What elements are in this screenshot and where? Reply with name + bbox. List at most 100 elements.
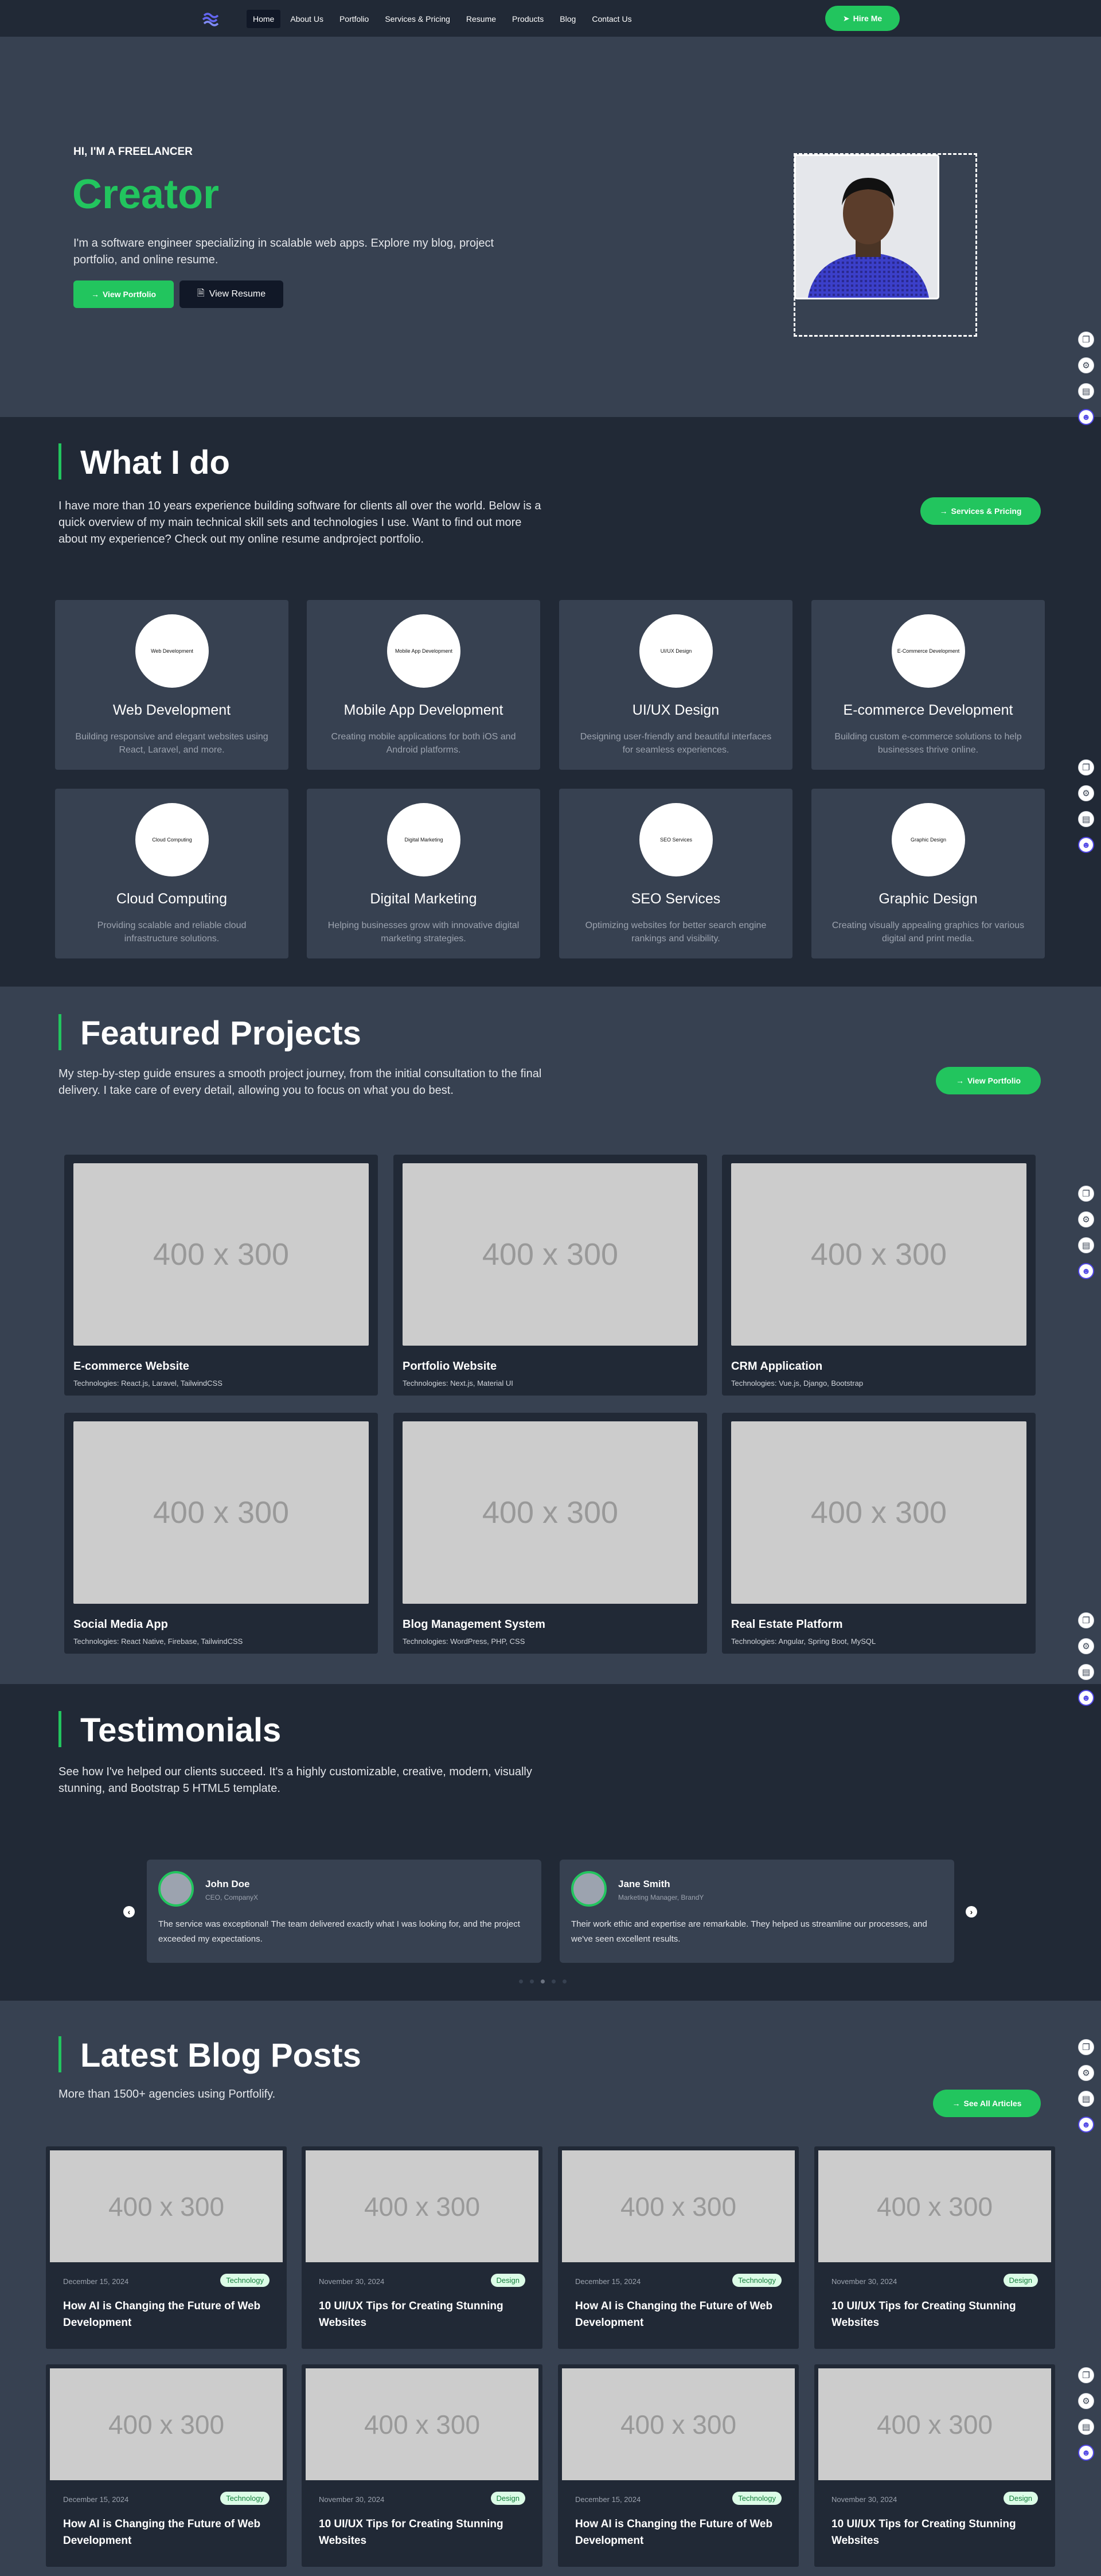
settings-icon[interactable]: ⚙ <box>1078 2393 1094 2409</box>
hero-title: Creator <box>72 172 220 217</box>
layers-icon[interactable]: ▤ <box>1078 2091 1094 2107</box>
view-resume-button[interactable]: 🗎 View Resume <box>179 280 283 308</box>
layers-icon[interactable]: ▤ <box>1078 1237 1094 1253</box>
project-card[interactable]: 400 x 300 E-commerce Website Technologie… <box>64 1155 378 1396</box>
blog-post-title[interactable]: How AI is Changing the Future of Web Dev… <box>63 2516 270 2549</box>
project-card[interactable]: 400 x 300 Real Estate Platform Technolog… <box>722 1413 1036 1654</box>
testimonial-role: CEO, CompanyX <box>205 1893 259 1901</box>
service-card[interactable]: SEO Services SEO Services Optimizing web… <box>559 789 792 958</box>
service-icon: UI/UX Design <box>639 614 713 688</box>
project-tech: Technologies: React.js, Laravel, Tailwin… <box>73 1379 222 1388</box>
settings-icon[interactable]: ⚙ <box>1078 357 1094 373</box>
copy-icon[interactable]: ❐ <box>1078 2039 1094 2055</box>
blog-tag[interactable]: Technology <box>220 2492 270 2505</box>
carousel-dot-active[interactable] <box>541 1979 545 1983</box>
blog-tag[interactable]: Technology <box>732 2274 782 2287</box>
blog-post-title[interactable]: How AI is Changing the Future of Web Dev… <box>575 2298 782 2331</box>
blog-card[interactable]: 400 x 300 December 15, 2024 Technology H… <box>46 2146 287 2349</box>
project-card[interactable]: 400 x 300 Blog Management System Technol… <box>393 1413 707 1654</box>
blog-card[interactable]: 400 x 300 December 15, 2024 Technology H… <box>46 2364 287 2567</box>
nav-products[interactable]: Products <box>506 10 550 28</box>
settings-icon[interactable]: ⚙ <box>1078 2065 1094 2081</box>
blog-post-title[interactable]: 10 UI/UX Tips for Creating Stunning Webs… <box>319 2516 525 2549</box>
copy-icon[interactable]: ❐ <box>1078 1186 1094 1202</box>
service-card[interactable]: E-Commerce Development E-commerce Develo… <box>811 600 1045 770</box>
blog-card[interactable]: 400 x 300 November 30, 2024 Design 10 UI… <box>814 2364 1055 2567</box>
blog-card[interactable]: 400 x 300 December 15, 2024 Technology H… <box>558 2146 799 2349</box>
blog-post-title[interactable]: How AI is Changing the Future of Web Dev… <box>575 2516 782 2549</box>
blog-tag[interactable]: Design <box>1003 2492 1038 2505</box>
blog-post-title[interactable]: 10 UI/UX Tips for Creating Stunning Webs… <box>831 2516 1038 2549</box>
nav-resume[interactable]: Resume <box>460 10 502 28</box>
project-tech: Technologies: React Native, Firebase, Ta… <box>73 1637 243 1646</box>
carousel-dot[interactable] <box>563 1979 567 1983</box>
view-portfolio-button[interactable]: → View Portfolio <box>73 280 174 308</box>
carousel-dot[interactable] <box>519 1979 523 1983</box>
carousel-dot[interactable] <box>552 1979 556 1983</box>
blog-post-title[interactable]: 10 UI/UX Tips for Creating Stunning Webs… <box>831 2298 1038 2331</box>
nav-about[interactable]: About Us <box>284 10 330 28</box>
nav-home[interactable]: Home <box>247 10 281 28</box>
blog-date: November 30, 2024 <box>319 2277 385 2286</box>
blog-tag[interactable]: Technology <box>732 2492 782 2505</box>
nav-portfolio[interactable]: Portfolio <box>333 10 375 28</box>
assistant-icon[interactable]: ☻ <box>1078 2117 1094 2133</box>
assistant-icon[interactable]: ☻ <box>1078 1263 1094 1279</box>
side-toolbar: ❐ ⚙ ▤ ☻ <box>1078 2367 1098 2470</box>
copy-icon[interactable]: ❐ <box>1078 332 1094 348</box>
layers-icon[interactable]: ▤ <box>1078 1664 1094 1680</box>
view-portfolio-section-button[interactable]: → View Portfolio <box>936 1067 1041 1094</box>
layers-icon[interactable]: ▤ <box>1078 2419 1094 2435</box>
carousel-dot[interactable] <box>530 1979 534 1983</box>
project-card[interactable]: 400 x 300 Social Media App Technologies:… <box>64 1413 378 1654</box>
see-all-articles-label: See All Articles <box>963 2099 1022 2108</box>
assistant-icon[interactable]: ☻ <box>1078 409 1094 425</box>
next-arrow-icon[interactable]: › <box>966 1906 977 1918</box>
assistant-icon[interactable]: ☻ <box>1078 1690 1094 1706</box>
blog-tag[interactable]: Design <box>490 2492 525 2505</box>
hire-me-button[interactable]: ➤ Hire Me <box>825 6 900 31</box>
see-all-articles-button[interactable]: → See All Articles <box>933 2090 1041 2117</box>
blog-card[interactable]: 400 x 300 November 30, 2024 Design 10 UI… <box>814 2146 1055 2349</box>
service-card[interactable]: Graphic Design Graphic Design Creating v… <box>811 789 1045 958</box>
services-pricing-label: Services & Pricing <box>951 506 1022 516</box>
blog-tag[interactable]: Design <box>1003 2274 1038 2287</box>
assistant-icon[interactable]: ☻ <box>1078 837 1094 853</box>
copy-icon[interactable]: ❐ <box>1078 2367 1094 2383</box>
copy-icon[interactable]: ❐ <box>1078 759 1094 775</box>
service-card[interactable]: Mobile App Development Mobile App Develo… <box>307 600 540 770</box>
layers-icon[interactable]: ▤ <box>1078 811 1094 827</box>
nav-services[interactable]: Services & Pricing <box>378 10 456 28</box>
blog-card[interactable]: 400 x 300 November 30, 2024 Design 10 UI… <box>302 2146 542 2349</box>
prev-arrow-icon[interactable]: ‹ <box>123 1906 135 1918</box>
settings-icon[interactable]: ⚙ <box>1078 1638 1094 1654</box>
logo-icon[interactable] <box>202 10 219 27</box>
blog-card[interactable]: 400 x 300 November 30, 2024 Design 10 UI… <box>302 2364 542 2567</box>
copy-icon[interactable]: ❐ <box>1078 1612 1094 1628</box>
assistant-icon[interactable]: ☻ <box>1078 2445 1094 2461</box>
services-pricing-button[interactable]: → Services & Pricing <box>920 497 1041 525</box>
layers-icon[interactable]: ▤ <box>1078 383 1094 399</box>
blog-tag[interactable]: Design <box>490 2274 525 2287</box>
blog-post-title[interactable]: 10 UI/UX Tips for Creating Stunning Webs… <box>319 2298 525 2331</box>
blog-card[interactable]: 400 x 300 December 15, 2024 Technology H… <box>558 2364 799 2567</box>
service-card[interactable]: UI/UX Design UI/UX Design Designing user… <box>559 600 792 770</box>
nav-contact[interactable]: Contact Us <box>585 10 638 28</box>
blog-tag[interactable]: Technology <box>220 2274 270 2287</box>
service-card[interactable]: Web Development Web Development Building… <box>55 600 288 770</box>
nav-blog[interactable]: Blog <box>553 10 582 28</box>
settings-icon[interactable]: ⚙ <box>1078 1211 1094 1227</box>
blog-image: 400 x 300 <box>50 2368 283 2480</box>
settings-icon[interactable]: ⚙ <box>1078 785 1094 801</box>
project-card[interactable]: 400 x 300 CRM Application Technologies: … <box>722 1155 1036 1396</box>
service-card[interactable]: Cloud Computing Cloud Computing Providin… <box>55 789 288 958</box>
project-card[interactable]: 400 x 300 Portfolio Website Technologies… <box>393 1155 707 1396</box>
blog-image: 400 x 300 <box>818 2150 1051 2262</box>
service-description: Creating mobile applications for both iO… <box>331 732 516 755</box>
blog-date: November 30, 2024 <box>831 2277 897 2286</box>
testimonial-name: Jane Smith <box>618 1879 670 1889</box>
testimonials-title: Testimonials <box>80 1712 282 1749</box>
projects-description: My step-by-step guide ensures a smooth p… <box>58 1067 542 1097</box>
blog-post-title[interactable]: How AI is Changing the Future of Web Dev… <box>63 2298 270 2331</box>
service-card[interactable]: Digital Marketing Digital Marketing Help… <box>307 789 540 958</box>
